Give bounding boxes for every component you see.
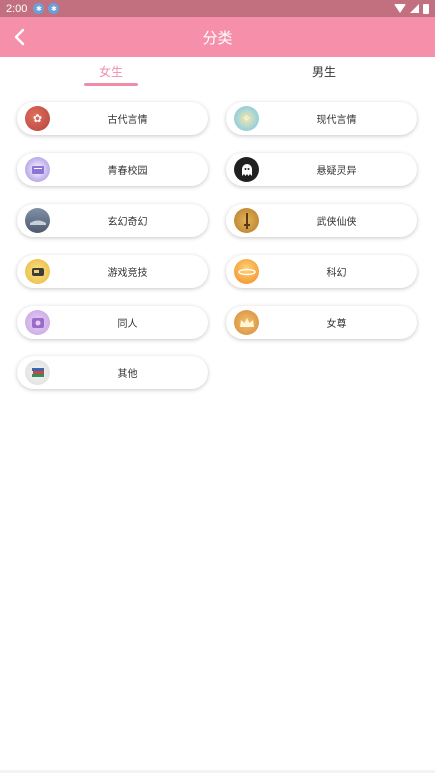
category-female-dominant[interactable]: 女尊 bbox=[226, 306, 417, 339]
tab-female[interactable]: 女生 bbox=[71, 63, 151, 80]
category-label: 古代言情 bbox=[107, 115, 148, 126]
category-youth-campus[interactable]: 青春校园 bbox=[17, 153, 208, 186]
category-label: 游戏竞技 bbox=[107, 268, 148, 279]
category-other[interactable]: 其他 bbox=[17, 356, 208, 389]
category-modern-romance[interactable]: ✧ 现代言情 bbox=[226, 102, 417, 135]
gender-tabs: 女生 男生 bbox=[0, 57, 435, 91]
notification-icon: ✱ bbox=[33, 3, 45, 14]
notification-icon-2: ✱ bbox=[48, 3, 60, 14]
app-bar: 分类 bbox=[0, 17, 435, 57]
category-label: 青春校园 bbox=[107, 166, 148, 177]
category-label: 武侠仙侠 bbox=[316, 217, 357, 228]
category-label: 科幻 bbox=[326, 268, 347, 279]
status-time: 2:00 bbox=[6, 2, 28, 15]
chevron-left-icon bbox=[14, 28, 25, 46]
wifi-icon bbox=[394, 4, 406, 13]
tab-male[interactable]: 男生 bbox=[284, 63, 364, 80]
status-icons bbox=[394, 3, 429, 14]
category-label: 女尊 bbox=[326, 319, 347, 330]
battery-icon bbox=[423, 3, 429, 14]
category-label: 玄幻奇幻 bbox=[107, 217, 148, 228]
category-label: 现代言情 bbox=[316, 115, 357, 126]
category-ancient-romance[interactable]: ✿ 古代言情 bbox=[17, 102, 208, 135]
category-wuxia[interactable]: 武侠仙侠 bbox=[226, 204, 417, 237]
category-gaming[interactable]: 游戏竞技 bbox=[17, 255, 208, 288]
category-mystery[interactable]: 悬疑灵异 bbox=[226, 153, 417, 186]
tab-indicator bbox=[84, 83, 138, 86]
page-title: 分类 bbox=[202, 28, 233, 47]
category-scifi[interactable]: 科幻 bbox=[226, 255, 417, 288]
category-fan-fiction[interactable]: 同人 bbox=[17, 306, 208, 339]
category-fantasy[interactable]: 玄幻奇幻 bbox=[17, 204, 208, 237]
signal-icon bbox=[410, 4, 419, 13]
category-label: 悬疑灵异 bbox=[316, 166, 357, 177]
category-label: 同人 bbox=[117, 319, 138, 330]
status-bar: 2:00 ✱ ✱ bbox=[0, 0, 435, 17]
category-label: 其他 bbox=[117, 369, 138, 380]
back-button[interactable] bbox=[8, 25, 32, 49]
